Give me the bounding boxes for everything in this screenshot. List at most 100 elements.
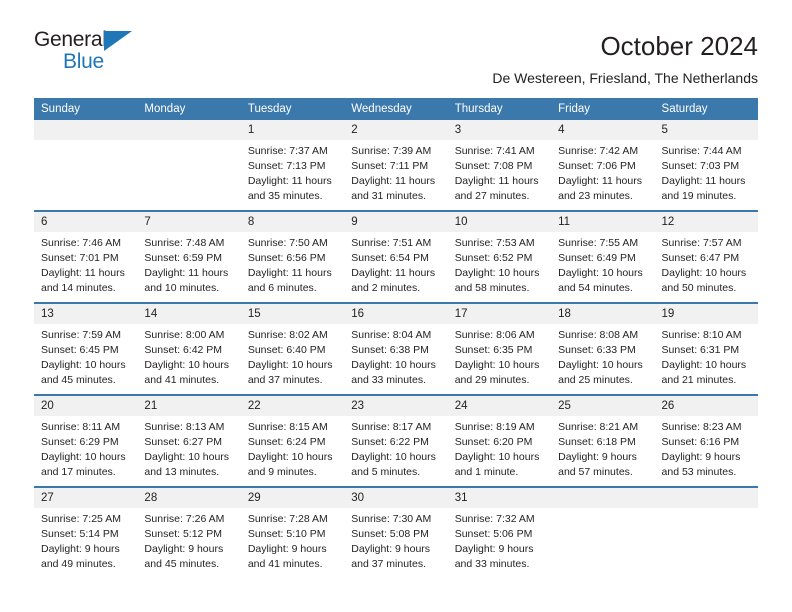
calendar-week-row: 13 Sunrise: 7:59 AM Sunset: 6:45 PM Dayligh… [34, 302, 758, 395]
daylight-text-line1: Daylight: 10 hours [351, 451, 436, 463]
calendar-day-cell[interactable]: 28 Sunrise: 7:26 AM Sunset: 5:12 PM Dayligh… [137, 486, 241, 578]
sunrise-text: Sunrise: 7:37 AM [247, 145, 328, 157]
calendar-day-cell[interactable]: 31 Sunrise: 7:32 AM Sunset: 5:06 PM Dayligh… [447, 486, 552, 578]
sunset-text: Sunset: 6:42 PM [144, 344, 223, 356]
day-details: Sunrise: 7:25 AM Sunset: 5:14 PM Daylight:… [34, 508, 137, 572]
logo-text-blue: Blue [63, 50, 104, 73]
calendar-day-cell[interactable]: 25 Sunrise: 8:21 AM Sunset: 6:18 PM Dayligh… [551, 394, 655, 487]
daylight-text-line2: and 25 minutes. [558, 374, 633, 386]
sunset-text: Sunset: 6:16 PM [661, 436, 740, 448]
daylight-text-line2: and 45 minutes. [41, 374, 116, 386]
sunrise-text: Sunrise: 7:39 AM [351, 145, 432, 157]
calendar-week-row: 6 Sunrise: 7:46 AM Sunset: 7:01 PM Daylight… [34, 210, 758, 303]
calendar-body: 1 Sunrise: 7:37 AM Sunset: 7:13 PM Daylight… [34, 120, 758, 578]
calendar-day-cell[interactable]: 15 Sunrise: 8:02 AM Sunset: 6:40 PM Dayligh… [240, 302, 345, 395]
day-number: 17 [447, 304, 552, 324]
daylight-text-line1: Daylight: 11 hours [144, 267, 229, 279]
sunset-text: Sunset: 5:10 PM [247, 528, 326, 540]
calendar-day-cell[interactable]: 24 Sunrise: 8:19 AM Sunset: 6:20 PM Dayligh… [447, 394, 552, 487]
calendar-day-cell[interactable]: 11 Sunrise: 7:55 AM Sunset: 6:49 PM Dayligh… [551, 210, 655, 303]
calendar-page: General Blue October 2024 De Westereen, … [0, 0, 792, 612]
sunset-text: Sunset: 7:13 PM [247, 160, 326, 172]
day-number: 22 [240, 396, 345, 416]
sunrise-text: Sunrise: 7:53 AM [454, 237, 535, 249]
day-details: Sunrise: 8:10 AM Sunset: 6:31 PM Daylight:… [655, 324, 758, 388]
daylight-text-line2: and 29 minutes. [454, 374, 530, 386]
calendar-day-cell[interactable]: 19 Sunrise: 8:10 AM Sunset: 6:31 PM Dayligh… [654, 302, 758, 395]
calendar-day-cell[interactable]: 29 Sunrise: 7:28 AM Sunset: 5:10 PM Dayligh… [240, 486, 345, 578]
sunrise-text: Sunrise: 7:32 AM [454, 513, 535, 525]
day-number: 31 [447, 488, 552, 508]
title-block: October 2024 De Westereen, Friesland, Th… [492, 28, 758, 88]
calendar-day-cell[interactable]: 2 Sunrise: 7:39 AM Sunset: 7:11 PM Daylight… [344, 120, 448, 211]
daylight-text-line2: and 41 minutes. [247, 558, 323, 570]
calendar-day-cell[interactable]: 5 Sunrise: 7:44 AM Sunset: 7:03 PM Daylight… [654, 120, 758, 211]
sunset-text: Sunset: 6:35 PM [454, 344, 533, 356]
day-number: 24 [447, 396, 552, 416]
daylight-text-line1: Daylight: 11 hours [454, 175, 539, 187]
weekday-header-saturday: Saturday [654, 98, 758, 120]
daylight-text-line2: and 6 minutes. [247, 282, 317, 294]
calendar-day-cell[interactable]: 1 Sunrise: 7:37 AM Sunset: 7:13 PM Daylight… [240, 120, 345, 211]
calendar-day-cell[interactable]: 17 Sunrise: 8:06 AM Sunset: 6:35 PM Dayligh… [447, 302, 552, 395]
sunrise-text: Sunrise: 7:41 AM [454, 145, 535, 157]
daylight-text-line1: Daylight: 11 hours [41, 267, 125, 279]
day-details: Sunrise: 8:21 AM Sunset: 6:18 PM Daylight:… [551, 416, 654, 480]
day-details: Sunrise: 7:39 AM Sunset: 7:11 PM Daylight:… [344, 140, 447, 204]
sunset-text: Sunset: 6:27 PM [144, 436, 223, 448]
calendar-day-cell[interactable]: 18 Sunrise: 8:08 AM Sunset: 6:33 PM Dayligh… [551, 302, 655, 395]
calendar-day-cell[interactable]: 26 Sunrise: 8:23 AM Sunset: 6:16 PM Dayligh… [654, 394, 758, 487]
daylight-text-line2: and 53 minutes. [661, 466, 737, 478]
calendar-day-cell[interactable]: 9 Sunrise: 7:51 AM Sunset: 6:54 PM Daylight… [344, 210, 448, 303]
sunset-text: Sunset: 6:33 PM [558, 344, 636, 356]
calendar-day-cell[interactable]: 13 Sunrise: 7:59 AM Sunset: 6:45 PM Dayligh… [34, 302, 138, 395]
daylight-text-line1: Daylight: 10 hours [247, 451, 333, 463]
calendar-day-cell[interactable]: 6 Sunrise: 7:46 AM Sunset: 7:01 PM Daylight… [34, 210, 138, 303]
calendar-day-cell[interactable]: 21 Sunrise: 8:13 AM Sunset: 6:27 PM Dayligh… [137, 394, 241, 487]
sunrise-text: Sunrise: 8:21 AM [558, 421, 639, 433]
daylight-text-line1: Daylight: 11 hours [558, 175, 642, 187]
calendar-day-cell[interactable]: 3 Sunrise: 7:41 AM Sunset: 7:08 PM Daylight… [447, 120, 552, 211]
daylight-text-line1: Daylight: 11 hours [351, 267, 436, 279]
sunrise-text: Sunrise: 8:10 AM [661, 329, 742, 341]
calendar-day-cell[interactable]: 7 Sunrise: 7:48 AM Sunset: 6:59 PM Daylight… [137, 210, 241, 303]
day-number [654, 488, 758, 508]
day-number: 21 [137, 396, 241, 416]
generalblue-logo: General Blue [34, 28, 154, 80]
daylight-text-line2: and 37 minutes. [351, 558, 426, 570]
calendar-day-cell[interactable]: 22 Sunrise: 8:15 AM Sunset: 6:24 PM Dayligh… [240, 394, 345, 487]
calendar-day-cell[interactable]: 8 Sunrise: 7:50 AM Sunset: 6:56 PM Daylight… [240, 210, 345, 303]
sunrise-text: Sunrise: 8:04 AM [351, 329, 432, 341]
calendar-day-cell[interactable]: 10 Sunrise: 7:53 AM Sunset: 6:52 PM Dayligh… [447, 210, 552, 303]
sunset-text: Sunset: 6:47 PM [661, 252, 740, 264]
calendar-day-cell[interactable]: 20 Sunrise: 8:11 AM Sunset: 6:29 PM Dayligh… [34, 394, 138, 487]
sunrise-text: Sunrise: 7:25 AM [41, 513, 121, 525]
daylight-text-line1: Daylight: 10 hours [351, 359, 436, 371]
calendar-day-cell[interactable]: 12 Sunrise: 7:57 AM Sunset: 6:47 PM Dayligh… [654, 210, 758, 303]
calendar-day-cell[interactable]: 16 Sunrise: 8:04 AM Sunset: 6:38 PM Dayligh… [344, 302, 448, 395]
day-number [34, 120, 138, 140]
daylight-text-line2: and 9 minutes. [247, 466, 317, 478]
daylight-text-line1: Daylight: 9 hours [144, 543, 224, 555]
sunset-text: Sunset: 6:49 PM [558, 252, 636, 264]
sunrise-text: Sunrise: 7:46 AM [41, 237, 121, 249]
calendar-day-cell[interactable]: 30 Sunrise: 7:30 AM Sunset: 5:08 PM Dayligh… [344, 486, 448, 578]
sunset-text: Sunset: 6:45 PM [41, 344, 119, 356]
daylight-text-line2: and 35 minutes. [247, 190, 323, 202]
day-details: Sunrise: 7:37 AM Sunset: 7:13 PM Daylight:… [241, 140, 344, 204]
daylight-text-line2: and 57 minutes. [558, 466, 633, 478]
calendar-day-cell[interactable]: 4 Sunrise: 7:42 AM Sunset: 7:06 PM Daylight… [551, 120, 655, 211]
sunset-text: Sunset: 7:03 PM [661, 160, 740, 172]
calendar-day-cell[interactable]: 14 Sunrise: 8:00 AM Sunset: 6:42 PM Dayligh… [137, 302, 241, 395]
day-number: 25 [551, 396, 655, 416]
sunrise-text: Sunrise: 8:00 AM [144, 329, 225, 341]
calendar-day-cell[interactable]: 27 Sunrise: 7:25 AM Sunset: 5:14 PM Dayligh… [34, 486, 138, 578]
sunrise-text: Sunrise: 7:51 AM [351, 237, 432, 249]
sunrise-text: Sunrise: 8:19 AM [454, 421, 535, 433]
calendar-day-cell[interactable]: 23 Sunrise: 8:17 AM Sunset: 6:22 PM Dayligh… [344, 394, 448, 487]
day-details: Sunrise: 8:23 AM Sunset: 6:16 PM Daylight:… [655, 416, 758, 480]
day-details: Sunrise: 7:59 AM Sunset: 6:45 PM Daylight:… [34, 324, 137, 388]
day-details: Sunrise: 8:11 AM Sunset: 6:29 PM Daylight:… [34, 416, 137, 480]
weekday-header-sunday: Sunday [34, 98, 138, 120]
sunset-text: Sunset: 5:06 PM [454, 528, 533, 540]
